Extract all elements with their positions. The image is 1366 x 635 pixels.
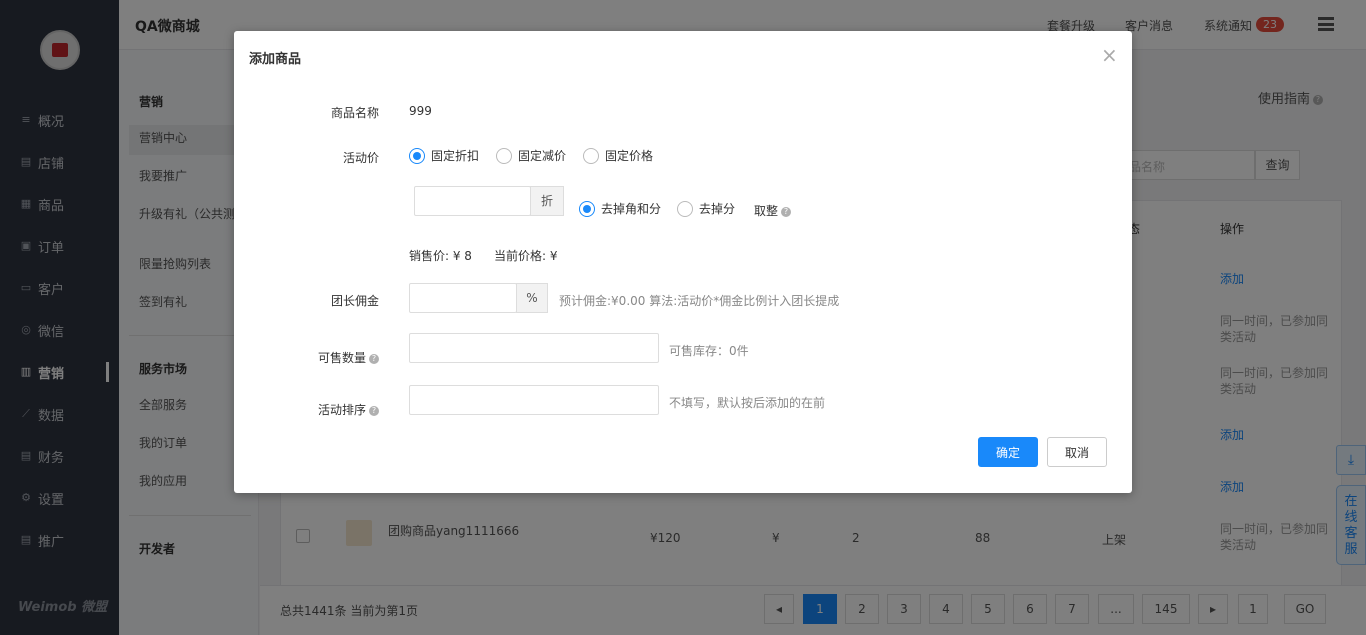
radio-fixed-discount[interactable]: 固定折扣 <box>409 147 479 164</box>
activity-sort-input[interactable] <box>409 385 659 415</box>
commission-unit: % <box>516 283 548 313</box>
radio-dot <box>496 147 512 164</box>
sale-price-text: 销售价: ¥ 8 <box>409 249 472 263</box>
radio-dot <box>583 147 599 164</box>
help-icon[interactable]: ? <box>369 405 379 416</box>
sellable-qty-input[interactable] <box>409 333 659 363</box>
radio-fixed-reduction[interactable]: 固定减价 <box>496 147 566 164</box>
radio-dot <box>677 200 693 217</box>
close-icon[interactable]: × <box>1101 45 1118 65</box>
cancel-button[interactable]: 取消 <box>1047 437 1107 467</box>
help-icon[interactable]: ? <box>369 353 379 364</box>
activity-sort-hint: 不填写，默认按后添加的在前 <box>669 396 826 410</box>
product-name-label: 商品名称 <box>330 106 379 120</box>
modal-title: 添加商品 <box>249 52 302 67</box>
radio-fixed-price[interactable]: 固定价格 <box>583 147 653 164</box>
confirm-button[interactable]: 确定 <box>978 437 1038 467</box>
activity-price-label: 活动价 <box>342 151 379 165</box>
product-name-value: 999 <box>409 104 432 118</box>
discount-input[interactable] <box>414 186 531 216</box>
round-label: 取整? <box>754 202 792 219</box>
discount-unit: 折 <box>530 186 564 216</box>
commission-label: 团长佣金 <box>330 294 379 308</box>
current-price-text: 当前价格: ¥ <box>494 249 558 263</box>
sellable-stock-hint: 可售库存：0件 <box>669 344 749 358</box>
add-product-modal: 添加商品 × 商品名称 999 活动价 固定折扣 固定减价 固定价格 折 去掉角… <box>234 31 1132 493</box>
commission-input[interactable] <box>409 283 517 313</box>
sellable-qty-label: 可售数量? <box>234 349 379 366</box>
radio-round-fen[interactable]: 去掉分 <box>677 200 735 217</box>
activity-sort-label: 活动排序? <box>234 401 379 418</box>
radio-dot <box>409 147 425 164</box>
radio-round-jiao-fen[interactable]: 去掉角和分 <box>579 200 661 217</box>
help-icon[interactable]: ? <box>781 206 792 217</box>
radio-dot <box>579 200 595 217</box>
commission-hint: 预计佣金:¥0.00 算法:活动价*佣金比例计入团长提成 <box>559 294 840 308</box>
